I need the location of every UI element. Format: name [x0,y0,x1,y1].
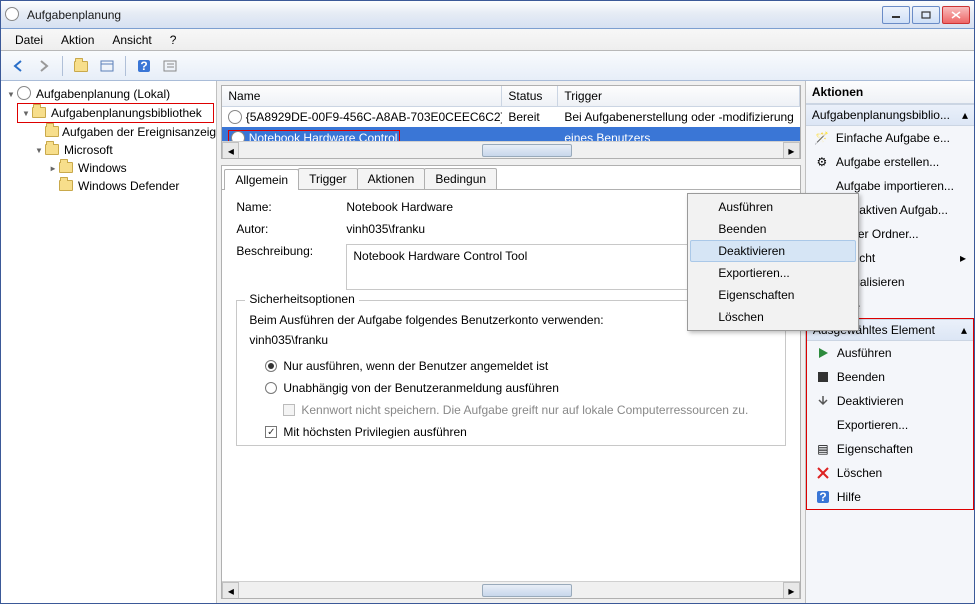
window-title: Aufgabenplanung [27,8,882,22]
security-legend: Sicherheitsoptionen [245,292,358,306]
actions-section-lib[interactable]: Aufgabenplanungsbiblio...▴ [806,104,974,126]
app-icon [5,7,21,23]
back-button[interactable] [7,55,29,77]
tree-defender-label: Windows Defender [78,179,179,193]
tab-trigger[interactable]: Trigger [298,168,358,189]
ctx-run[interactable]: Ausführen [690,196,856,218]
scroll-right-icon[interactable]: ▸ [783,142,800,159]
col-name[interactable]: Name [222,86,502,106]
stop-icon [815,369,831,385]
tree-windows[interactable]: ▸ Windows [45,159,214,177]
action-end[interactable]: Beenden [807,365,973,389]
tree-pane[interactable]: ▾ Aufgabenplanung (Lokal) ▾ Aufgabenplan… [1,81,217,603]
svg-text:?: ? [819,490,826,504]
main-area: ▾ Aufgabenplanung (Lokal) ▾ Aufgabenplan… [1,81,974,603]
action-simple-task[interactable]: 🪄Einfache Aufgabe e... [806,126,974,150]
show-pane-button[interactable] [96,55,118,77]
col-status[interactable]: Status [502,86,558,106]
tree-microsoft[interactable]: ▾ Microsoft [31,141,214,159]
col-trigger[interactable]: Trigger [558,86,799,106]
disable-icon [815,393,831,409]
delete-icon [815,465,831,481]
check-highest-priv[interactable]: ✓Mit höchsten Privilegien ausführen [249,421,772,443]
grid-hscroll[interactable]: ◂ ▸ [222,141,799,158]
grid-header: Name Status Trigger [222,86,799,107]
wand-icon: 🪄 [814,130,830,146]
tab-general[interactable]: Allgemein [224,169,299,190]
desc-label: Beschreibung: [236,244,346,290]
chevron-right-icon: ▸ [960,251,966,265]
ctx-properties[interactable]: Eigenschaften [690,284,856,306]
close-button[interactable] [942,6,970,24]
ctx-end[interactable]: Beenden [690,218,856,240]
collapse-icon: ▴ [962,108,968,122]
clock-icon [228,110,242,124]
tree-library[interactable]: ▾ Aufgabenplanungsbibliothek [17,103,214,123]
properties-icon: ▤ [815,441,831,457]
properties-toolbar-button[interactable] [159,55,181,77]
details-hscroll[interactable]: ◂ ▸ [222,581,799,598]
svg-text:?: ? [140,59,147,73]
author-label: Autor: [236,222,346,236]
account-value: vinh035\franku [249,333,772,355]
titlebar: Aufgabenplanung [1,1,974,29]
task-grid[interactable]: Name Status Trigger {5A8929DE-00F9-456C-… [221,85,800,159]
tree-ms-label: Microsoft [64,143,113,157]
context-menu: Ausführen Beenden Deaktivieren Exportier… [687,193,859,331]
action-create-task[interactable]: ⚙Aufgabe erstellen... [806,150,974,174]
minimize-button[interactable] [882,6,910,24]
name-label: Name: [236,200,346,214]
tab-conditions[interactable]: Bedingun [424,168,497,189]
action-delete[interactable]: Löschen [807,461,973,485]
help-icon: ? [815,489,831,505]
task-row[interactable]: {5A8929DE-00F9-456C-A8AB-703E0CEEC6C2} B… [222,107,799,127]
tree-library-label: Aufgabenplanungsbibliothek [51,106,202,120]
actions-pane: Aktionen Aufgabenplanungsbiblio...▴ 🪄Ein… [806,81,974,603]
forward-button[interactable] [33,55,55,77]
tree-defender[interactable]: Windows Defender [57,177,214,195]
radio-any-login[interactable]: Unabhängig von der Benutzeranmeldung aus… [249,377,772,399]
collapse-icon: ▴ [961,323,967,337]
ctx-deactivate[interactable]: Deaktivieren [690,240,856,262]
menu-help[interactable]: ? [162,31,185,49]
toolbar: ? [1,51,974,81]
action-export[interactable]: Exportieren... [807,413,973,437]
menu-file[interactable]: Datei [7,31,51,49]
tab-actions[interactable]: Aktionen [357,168,426,189]
scroll-left-icon[interactable]: ◂ [222,582,239,599]
scroll-right-icon[interactable]: ▸ [783,582,800,599]
scroll-thumb[interactable] [482,584,572,597]
radio-logged-on[interactable]: Nur ausführen, wenn der Benutzer angemel… [249,355,772,377]
tree-events-label: Aufgaben der Ereignisanzeig [62,125,216,139]
ctx-export[interactable]: Exportieren... [690,262,856,284]
up-folder-button[interactable] [70,55,92,77]
scroll-thumb[interactable] [482,144,572,157]
details-tabs: Allgemein Trigger Aktionen Bedingun [222,166,799,190]
tree-win-label: Windows [78,161,127,175]
action-run[interactable]: Ausführen [807,341,973,365]
help-button[interactable]: ? [133,55,155,77]
tree-events[interactable]: Aufgaben der Ereignisanzeig [43,123,214,141]
ctx-delete[interactable]: Löschen [690,306,856,328]
menu-action[interactable]: Aktion [53,31,102,49]
menu-view[interactable]: Ansicht [104,31,159,49]
maximize-button[interactable] [912,6,940,24]
action-help2[interactable]: ?Hilfe [807,485,973,509]
tree-root[interactable]: ▾ Aufgabenplanung (Lokal) [3,85,214,103]
center-pane: Name Status Trigger {5A8929DE-00F9-456C-… [217,81,805,603]
actions-header: Aktionen [806,81,974,104]
menubar: Datei Aktion Ansicht ? [1,29,974,51]
tree-root-label: Aufgabenplanung (Lokal) [36,87,170,101]
gear-icon: ⚙ [814,154,830,170]
play-icon [815,345,831,361]
action-properties[interactable]: ▤Eigenschaften [807,437,973,461]
action-deactivate[interactable]: Deaktivieren [807,389,973,413]
check-no-password: Kennwort nicht speichern. Die Aufgabe gr… [249,399,772,421]
scroll-left-icon[interactable]: ◂ [222,142,239,159]
